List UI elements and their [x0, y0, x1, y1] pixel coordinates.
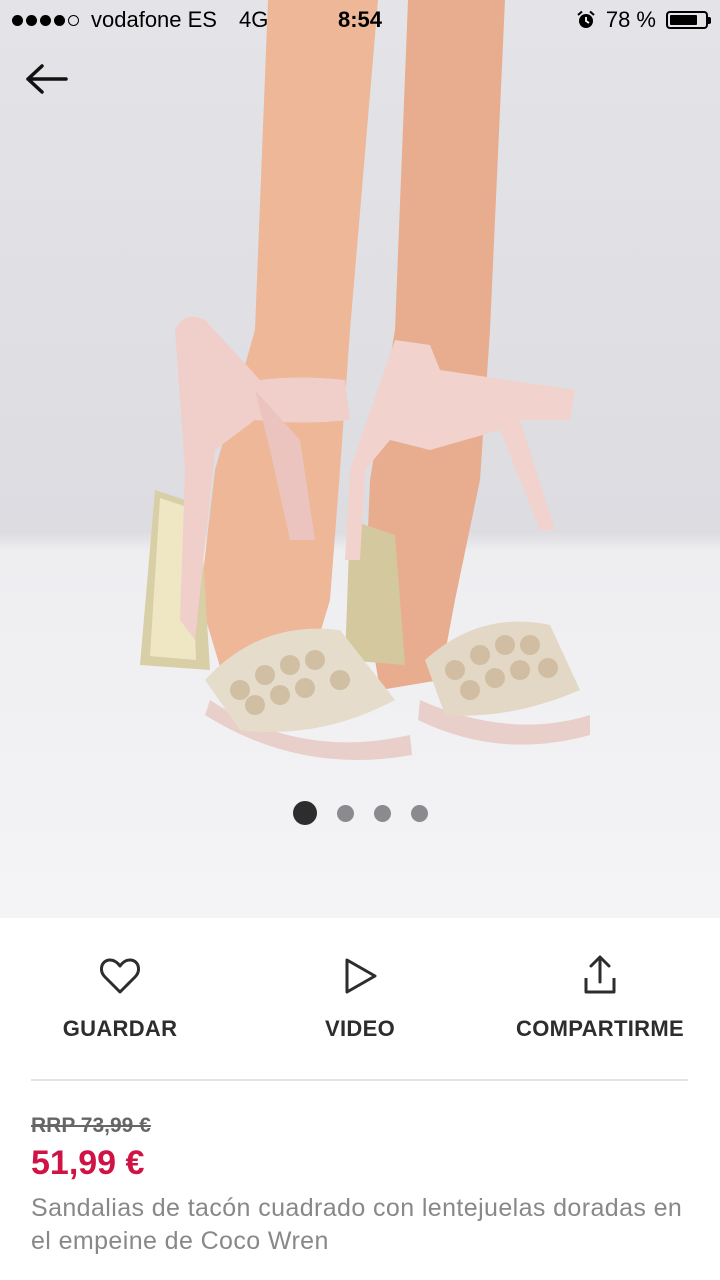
product-description: Sandalias de tacón cuadrado con lentejue…: [31, 1194, 683, 1255]
share-icon: [584, 955, 616, 994]
battery-icon: [666, 11, 711, 29]
rrp-price: RRP 73,99 €: [31, 1114, 151, 1137]
play-icon: [345, 958, 377, 994]
video-button[interactable]: VIDEO: [240, 940, 480, 1060]
product-screen: vodafone ES 4G 8:54 78 % GUARDAR VIDEO C…: [0, 0, 720, 1280]
share-label: COMPARTIRME: [516, 1016, 684, 1041]
divider: [31, 1079, 688, 1081]
save-button[interactable]: GUARDAR: [0, 940, 240, 1060]
carousel-pagination[interactable]: [0, 800, 720, 826]
heart-icon: [100, 958, 140, 994]
carousel-dot[interactable]: [410, 804, 428, 822]
carousel-dot[interactable]: [373, 804, 391, 822]
back-button[interactable]: [22, 56, 72, 102]
share-button[interactable]: COMPARTIRME: [480, 940, 720, 1060]
video-label: VIDEO: [325, 1016, 395, 1041]
sale-price: 51,99 €: [31, 1144, 145, 1182]
carousel-dot[interactable]: [336, 804, 354, 822]
battery-percent: 78 %: [605, 7, 656, 32]
back-arrow-icon: [26, 64, 68, 94]
save-label: GUARDAR: [62, 1016, 178, 1041]
product-photo: [140, 0, 590, 760]
product-image-carousel[interactable]: [0, 0, 720, 918]
action-bar: GUARDAR VIDEO COMPARTIRME: [0, 940, 720, 1060]
alarm-icon: [577, 10, 595, 28]
carousel-dot[interactable]: [292, 801, 317, 825]
status-bar: vodafone ES 4G 8:54 78 %: [0, 0, 720, 40]
